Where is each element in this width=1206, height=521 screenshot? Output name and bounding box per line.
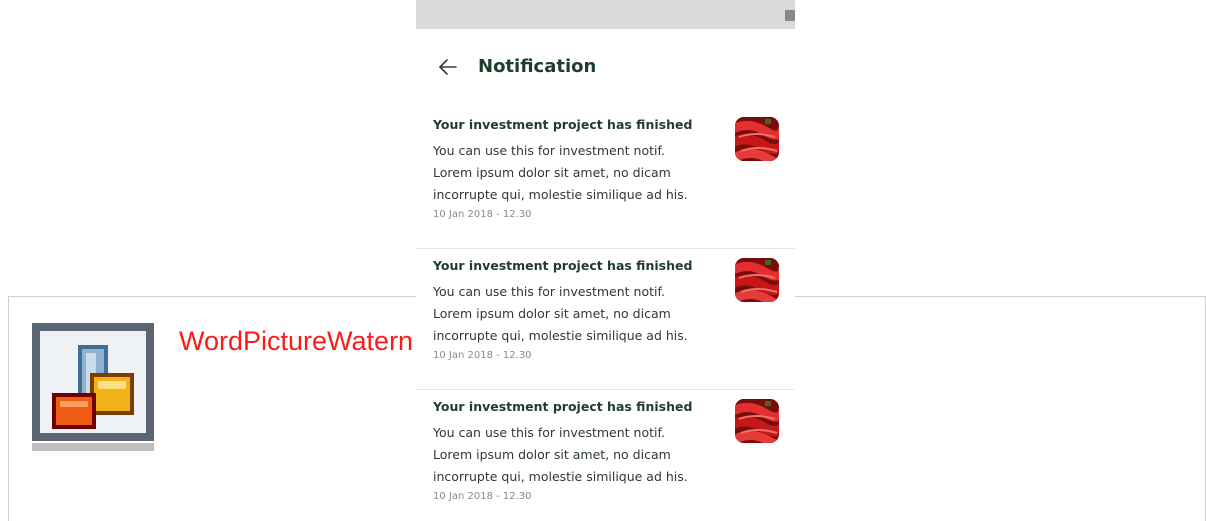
notification-body-line: Lorem ipsum dolor sit amet, no dicam: [433, 306, 671, 321]
red-chili-peppers-image: [735, 258, 779, 302]
notification-title: Your investment project has finished: [433, 399, 693, 414]
notification-timestamp: 10 Jan 2018 - 12.30: [433, 209, 532, 220]
notification-list: Your investment project has finished You…: [416, 108, 795, 521]
notification-item[interactable]: Your investment project has finished You…: [416, 108, 795, 249]
notification-body-line: You can use this for investment notif.: [433, 143, 665, 158]
notification-title: Your investment project has finished: [433, 258, 693, 273]
square-icon: [785, 10, 795, 21]
notification-item[interactable]: Your investment project has finished You…: [416, 390, 795, 521]
notification-body: You can use this for investment notif. L…: [433, 281, 723, 347]
red-chili-peppers-image: [735, 117, 779, 161]
notification-body: You can use this for investment notif. L…: [433, 140, 723, 206]
notification-body-line: incorrupte qui, molestie similique ad hi…: [433, 469, 688, 484]
notification-timestamp: 10 Jan 2018 - 12.30: [433, 491, 532, 502]
notification-body-line: incorrupte qui, molestie similique ad hi…: [433, 328, 688, 343]
notification-item[interactable]: Your investment project has finished You…: [416, 249, 795, 390]
picture-layers-icon: [52, 345, 134, 429]
phone-screen: Notification Your investment project has…: [416, 0, 795, 521]
notification-body-line: incorrupte qui, molestie similique ad hi…: [433, 187, 688, 202]
notification-timestamp: 10 Jan 2018 - 12.30: [433, 350, 532, 361]
notification-body-line: Lorem ipsum dolor sit amet, no dicam: [433, 447, 671, 462]
page-title: Notification: [478, 56, 597, 77]
notification-title: Your investment project has finished: [433, 117, 693, 132]
watermark-title: WordPictureWatern: [179, 326, 414, 356]
notification-body-line: Lorem ipsum dolor sit amet, no dicam: [433, 165, 671, 180]
notification-body-line: You can use this for investment notif.: [433, 284, 665, 299]
arrow-left-icon[interactable]: [437, 55, 459, 79]
red-chili-peppers-image: [735, 399, 779, 443]
app-header: Notification: [416, 50, 795, 86]
status-bar: [416, 0, 795, 29]
notification-body-line: You can use this for investment notif.: [433, 425, 665, 440]
app-icon: [32, 323, 154, 451]
notification-body: You can use this for investment notif. L…: [433, 422, 723, 488]
